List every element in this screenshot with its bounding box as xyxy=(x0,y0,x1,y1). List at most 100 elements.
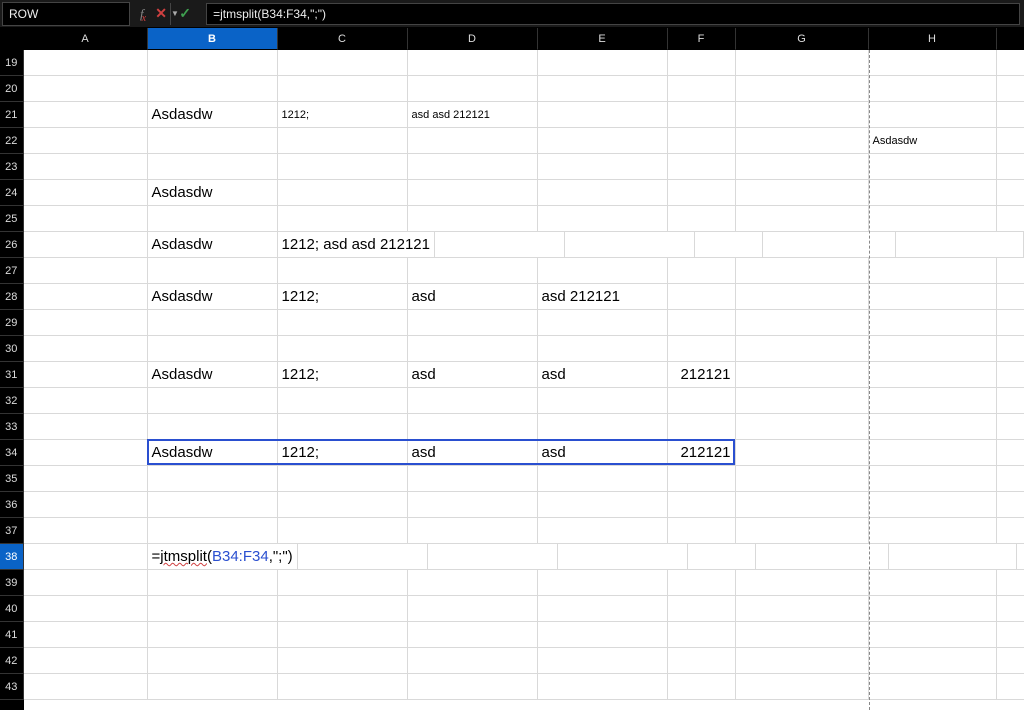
cell-D27[interactable] xyxy=(408,258,538,283)
cell-G42[interactable] xyxy=(736,648,869,673)
cell-C30[interactable] xyxy=(278,336,408,361)
cell-B32[interactable] xyxy=(148,388,278,413)
cell-D40[interactable] xyxy=(408,596,538,621)
cell-H34[interactable] xyxy=(869,440,997,465)
cell-B39[interactable] xyxy=(148,570,278,595)
cell-D21[interactable]: asd asd 212121 xyxy=(408,102,538,127)
row-head-37[interactable]: 37 xyxy=(0,518,24,544)
cell-G19[interactable] xyxy=(736,50,869,75)
cell-C28[interactable]: 1212; xyxy=(278,284,408,309)
cell-D32[interactable] xyxy=(408,388,538,413)
cell-B27[interactable] xyxy=(148,258,278,283)
cell-D33[interactable] xyxy=(408,414,538,439)
cell-D35[interactable] xyxy=(408,466,538,491)
cell-E33[interactable] xyxy=(538,414,668,439)
cell-H28[interactable] xyxy=(869,284,997,309)
cell-D19[interactable] xyxy=(408,50,538,75)
cell-A29[interactable] xyxy=(24,310,148,335)
cell-F30[interactable] xyxy=(668,336,736,361)
cell-E39[interactable] xyxy=(538,570,668,595)
cell-F23[interactable] xyxy=(668,154,736,179)
cell-C27[interactable] xyxy=(278,258,408,283)
cell-F20[interactable] xyxy=(668,76,736,101)
cell-A33[interactable] xyxy=(24,414,148,439)
row-head-28[interactable]: 28 xyxy=(0,284,24,310)
cell-G35[interactable] xyxy=(736,466,869,491)
col-head-E[interactable]: E xyxy=(538,28,668,50)
cell-D29[interactable] xyxy=(408,310,538,335)
row-head-23[interactable]: 23 xyxy=(0,154,24,180)
cell-C43[interactable] xyxy=(278,674,408,699)
cell-C20[interactable] xyxy=(278,76,408,101)
cell-G41[interactable] xyxy=(736,622,869,647)
accept-icon[interactable]: ✓ xyxy=(174,3,196,25)
cell-F42[interactable] xyxy=(668,648,736,673)
col-head-H[interactable]: H xyxy=(869,28,997,50)
cell-C31[interactable]: 1212; xyxy=(278,362,408,387)
cell-C35[interactable] xyxy=(278,466,408,491)
cell-C37[interactable] xyxy=(278,518,408,543)
cell-E22[interactable] xyxy=(538,128,668,153)
cell-E32[interactable] xyxy=(538,388,668,413)
cell-G37[interactable] xyxy=(736,518,869,543)
cell-F28[interactable] xyxy=(668,284,736,309)
cell-D36[interactable] xyxy=(408,492,538,517)
fx-icon[interactable]: fx xyxy=(140,5,148,23)
col-head-A[interactable]: A xyxy=(24,28,148,50)
row-head-25[interactable]: 25 xyxy=(0,206,24,232)
cell-H33[interactable] xyxy=(869,414,997,439)
cell-H42[interactable] xyxy=(869,648,997,673)
cell-E31[interactable]: asd xyxy=(538,362,668,387)
cell-B28[interactable]: Asdasdw xyxy=(148,284,278,309)
cell-G33[interactable] xyxy=(736,414,869,439)
cell-B38[interactable]: =jtmsplit(B34:F34,";") xyxy=(148,544,298,569)
cell-G30[interactable] xyxy=(736,336,869,361)
cell-F37[interactable] xyxy=(668,518,736,543)
row-head-31[interactable]: 31 xyxy=(0,362,24,388)
cell-G39[interactable] xyxy=(736,570,869,595)
cell-G40[interactable] xyxy=(736,596,869,621)
cell-C25[interactable] xyxy=(278,206,408,231)
cell-H23[interactable] xyxy=(869,154,997,179)
cell-B23[interactable] xyxy=(148,154,278,179)
cell-A35[interactable] xyxy=(24,466,148,491)
row-head-27[interactable]: 27 xyxy=(0,258,24,284)
cell-B33[interactable] xyxy=(148,414,278,439)
cell-H37[interactable] xyxy=(869,518,997,543)
cell-G25[interactable] xyxy=(736,206,869,231)
cell-D39[interactable] xyxy=(408,570,538,595)
cell-E38[interactable] xyxy=(558,544,688,569)
cell-G34[interactable] xyxy=(736,440,869,465)
row-head-41[interactable]: 41 xyxy=(0,622,24,648)
cell-F29[interactable] xyxy=(668,310,736,335)
cell-C41[interactable] xyxy=(278,622,408,647)
cell-G29[interactable] xyxy=(736,310,869,335)
cell-F27[interactable] xyxy=(668,258,736,283)
cell-B31[interactable]: Asdasdw xyxy=(148,362,278,387)
col-head-C[interactable]: C xyxy=(278,28,408,50)
row-head-26[interactable]: 26 xyxy=(0,232,24,258)
cell-H22[interactable]: Asdasdw xyxy=(869,128,997,153)
cell-B43[interactable] xyxy=(148,674,278,699)
cell-F24[interactable] xyxy=(668,180,736,205)
cell-A37[interactable] xyxy=(24,518,148,543)
cell-E30[interactable] xyxy=(538,336,668,361)
cell-B35[interactable] xyxy=(148,466,278,491)
cell-E42[interactable] xyxy=(538,648,668,673)
row-head-19[interactable]: 19 xyxy=(0,50,24,76)
cell-A26[interactable] xyxy=(24,232,148,257)
cell-H25[interactable] xyxy=(869,206,997,231)
cell-D37[interactable] xyxy=(408,518,538,543)
cell-F22[interactable] xyxy=(668,128,736,153)
cell-F25[interactable] xyxy=(668,206,736,231)
cell-D25[interactable] xyxy=(408,206,538,231)
cell-A34[interactable] xyxy=(24,440,148,465)
cell-B40[interactable] xyxy=(148,596,278,621)
cell-H31[interactable] xyxy=(869,362,997,387)
cell-E20[interactable] xyxy=(538,76,668,101)
row-head-30[interactable]: 30 xyxy=(0,336,24,362)
cell-C32[interactable] xyxy=(278,388,408,413)
cell-H35[interactable] xyxy=(869,466,997,491)
cell-D42[interactable] xyxy=(408,648,538,673)
cell-A21[interactable] xyxy=(24,102,148,127)
